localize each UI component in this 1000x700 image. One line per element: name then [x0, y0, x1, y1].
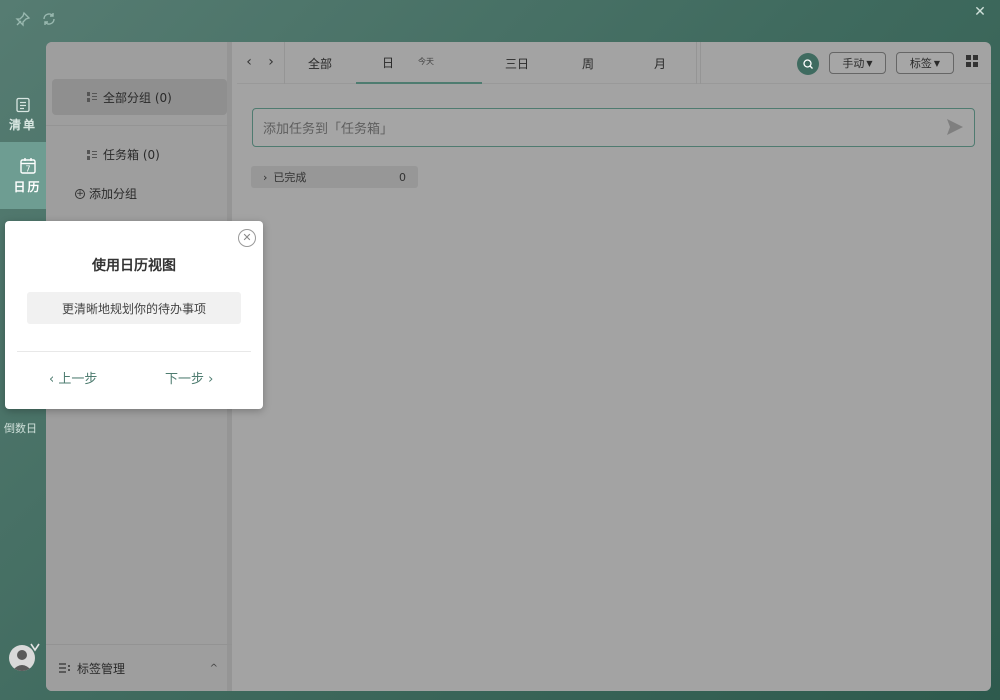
- group-all[interactable]: 全部分组 (0): [52, 79, 227, 115]
- tag-manage-label: 标签管理: [77, 661, 126, 676]
- search-button[interactable]: [797, 53, 819, 75]
- sort-dropdown[interactable]: 手动 ▼: [829, 52, 886, 74]
- list-icon: [16, 97, 30, 113]
- completed-label: 已完成: [273, 171, 307, 184]
- tab-label: 日: [382, 55, 395, 70]
- sidebar-item-label: 日历: [13, 179, 42, 194]
- close-icon[interactable]: ✕: [972, 4, 988, 20]
- chevron-right-icon: ›: [263, 170, 268, 184]
- sort-label: 手动: [842, 57, 865, 70]
- add-task-placeholder: 添加任务到「任务箱」: [263, 122, 394, 137]
- group-inbox[interactable]: 任务箱 (0): [87, 146, 160, 163]
- menu-icon: [59, 663, 70, 673]
- tab-label: 三日: [504, 56, 529, 71]
- chevron-up-icon[interactable]: ^: [210, 663, 218, 674]
- divider: [696, 42, 697, 84]
- tag-label: 标签: [909, 57, 932, 70]
- chevron-left-icon[interactable]: ‹: [243, 54, 255, 70]
- send-icon[interactable]: [946, 118, 964, 136]
- group-icon: [87, 92, 97, 102]
- completed-count: 0: [399, 170, 406, 184]
- svg-text:7: 7: [25, 164, 30, 173]
- add-group-button[interactable]: + 添加分组: [75, 185, 137, 202]
- sync-icon[interactable]: [40, 10, 58, 28]
- add-group-label: 添加分组: [89, 187, 138, 201]
- completed-section[interactable]: › 已完成 0: [251, 166, 418, 188]
- view-toolbar: ‹ › 全部 日 今天 三日 周 月 手动 ▼ 标签 ▼: [237, 42, 991, 84]
- add-task-input[interactable]: 添加任务到「任务箱」: [252, 108, 975, 147]
- caret-down-icon: ▼: [933, 58, 941, 68]
- prev-step-label: 上一步: [58, 372, 98, 387]
- tab-label: 全部: [307, 56, 332, 71]
- sidebar-item-list[interactable]: 清单: [0, 90, 46, 140]
- tab-week[interactable]: 周: [555, 42, 621, 84]
- next-step-button[interactable]: 下一步 ›: [165, 368, 213, 387]
- group-inbox-label: 任务箱 (0): [103, 148, 160, 162]
- tab-three-day[interactable]: 三日: [484, 42, 550, 84]
- chevron-left-icon: ‹: [49, 372, 59, 387]
- grid-view-icon[interactable]: [966, 55, 978, 67]
- tag-manage-button[interactable]: 标签管理 ^: [46, 644, 232, 691]
- today-badge: 今天: [418, 57, 434, 66]
- pin-icon[interactable]: [14, 10, 32, 28]
- divider: [17, 351, 251, 352]
- group-all-label: 全部分组 (0): [103, 90, 172, 105]
- tab-day[interactable]: 日 今天: [356, 42, 482, 84]
- group-icon: [87, 149, 97, 160]
- tour-title: 使用日历视图: [92, 258, 176, 274]
- tour-popover: ✕ 使用日历视图 更清晰地规划你的待办事项 ‹ 上一步 下一步 ›: [5, 221, 263, 409]
- tab-label: 月: [653, 56, 666, 71]
- tab-month[interactable]: 月: [627, 42, 693, 84]
- chevron-right-icon[interactable]: ›: [265, 54, 277, 70]
- close-icon[interactable]: ✕: [238, 229, 256, 247]
- tab-all[interactable]: 全部: [287, 42, 353, 84]
- prev-step-button[interactable]: ‹ 上一步: [49, 368, 97, 387]
- next-step-label: 下一步: [165, 372, 205, 387]
- tour-description: 更清晰地规划你的待办事项: [27, 292, 241, 324]
- tab-label: 周: [581, 56, 594, 71]
- content-area: ‹ › 全部 日 今天 三日 周 月 手动 ▼ 标签 ▼ 添加任务到「任务箱」 …: [237, 42, 991, 691]
- plus-circle-icon: +: [75, 188, 85, 199]
- divider: [46, 125, 232, 126]
- divider: [700, 42, 701, 84]
- calendar-icon: 7: [19, 157, 36, 174]
- chevron-right-icon: ›: [204, 372, 214, 387]
- tag-dropdown[interactable]: 标签 ▼: [896, 52, 954, 74]
- sidebar-item-label: 倒数日: [4, 422, 37, 435]
- sidebar-item-countdown[interactable]: 倒数日: [4, 420, 37, 436]
- caret-down-icon: ▼: [866, 58, 873, 68]
- divider: [284, 42, 285, 84]
- sidebar-item-label: 清单: [8, 118, 37, 132]
- vip-icon: [30, 643, 40, 652]
- search-icon: [803, 59, 813, 69]
